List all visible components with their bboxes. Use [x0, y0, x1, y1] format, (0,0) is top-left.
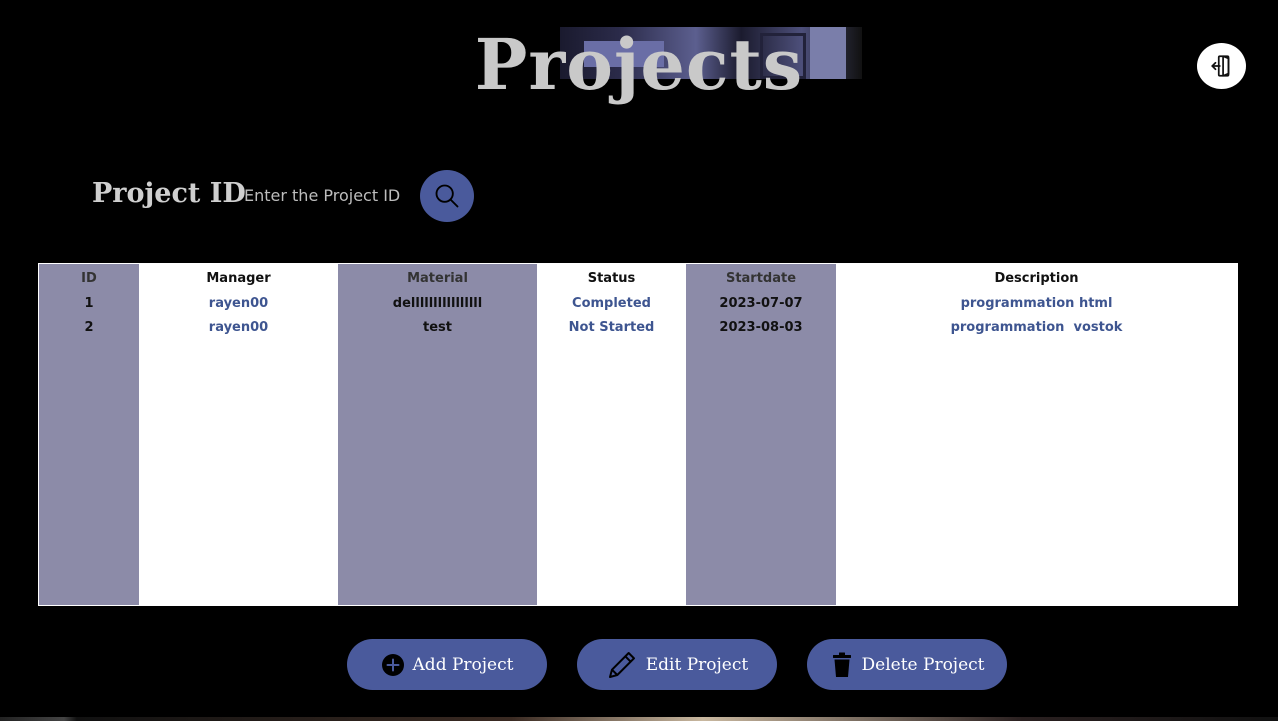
delete-project-label: Delete Project [861, 654, 985, 675]
column-header-description: Description [994, 271, 1079, 286]
cell-description[interactable]: programmation html [836, 295, 1237, 313]
column-id: ID 1 2 [39, 264, 139, 605]
search-icon [435, 184, 459, 208]
column-description: Description programmation html programma… [836, 264, 1237, 605]
cell-status[interactable]: Not Started [537, 319, 686, 337]
column-startdate: Startdate 2023-07-07 2023-08-03 [686, 264, 836, 605]
cell-id[interactable]: 2 [39, 319, 139, 337]
cell-material[interactable]: test [338, 319, 537, 337]
cell-description[interactable]: programmation vostok [836, 319, 1237, 337]
exit-button[interactable] [1197, 43, 1246, 89]
column-header-id: ID [81, 271, 97, 286]
column-header-status: Status [587, 271, 636, 286]
bottom-edge-strip [0, 717, 1278, 721]
column-header-material: Material [407, 271, 468, 286]
column-header-manager: Manager [206, 271, 271, 286]
page-title: Projects [474, 23, 804, 106]
projects-page: Projects Project ID ID 1 2 Manager rayen… [0, 0, 1278, 721]
cell-startdate[interactable]: 2023-07-07 [686, 295, 836, 313]
logout-door-icon [1210, 55, 1229, 77]
edit-project-button[interactable]: Edit Project [577, 639, 777, 690]
cell-manager[interactable]: rayen00 [139, 319, 338, 337]
plus-circle-icon [381, 653, 404, 676]
column-manager: Manager rayen00 rayen00 [139, 264, 338, 605]
cell-id[interactable]: 1 [39, 295, 139, 313]
cell-manager[interactable]: rayen00 [139, 295, 338, 313]
cell-status[interactable]: Completed [537, 295, 686, 313]
cell-startdate[interactable]: 2023-08-03 [686, 319, 836, 337]
search-label: Project ID [92, 178, 246, 209]
trash-icon [832, 652, 851, 677]
delete-project-button[interactable]: Delete Project [807, 639, 1007, 690]
column-header-startdate: Startdate [725, 271, 797, 286]
cell-material[interactable]: dellllllllllllllll [338, 295, 537, 313]
add-project-label: Add Project [412, 654, 514, 675]
search-input[interactable] [244, 180, 412, 210]
projects-table: ID 1 2 Manager rayen00 rayen00 Material … [38, 263, 1238, 606]
column-material: Material dellllllllllllllll test [338, 264, 537, 605]
pencil-icon [608, 651, 635, 678]
search-button[interactable] [420, 170, 474, 222]
column-status: Status Completed Not Started [537, 264, 686, 605]
add-project-button[interactable]: Add Project [347, 639, 547, 690]
edit-project-label: Edit Project [645, 654, 749, 675]
